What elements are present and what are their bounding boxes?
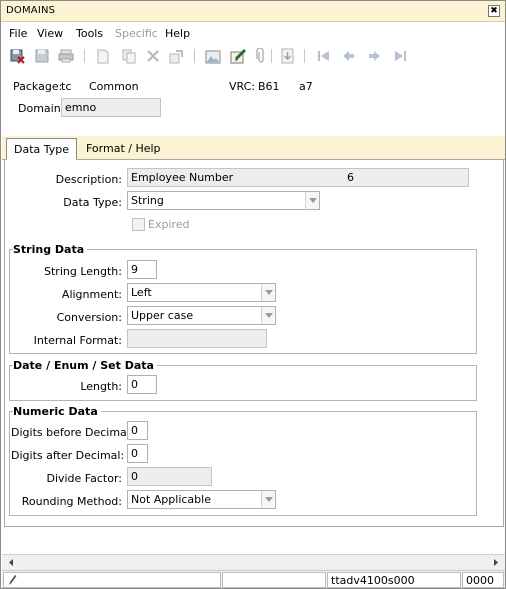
status-bar: ttadv4100s000 0000	[2, 570, 505, 588]
digits-after-field[interactable]: 0	[127, 444, 148, 463]
status-panel-empty	[222, 572, 326, 588]
digits-before-label: Digits before Decimal:	[11, 426, 134, 439]
new-icon[interactable]	[94, 47, 112, 65]
menu-view[interactable]: View	[37, 27, 63, 40]
toolbar-separator	[84, 49, 85, 63]
string-length-field[interactable]: 9	[127, 260, 157, 279]
conversion-label: Conversion:	[56, 311, 122, 324]
tab-data-type[interactable]: Data Type	[6, 138, 78, 160]
data-type-label: Data Type:	[63, 196, 122, 209]
date-length-label: Length:	[80, 380, 122, 393]
close-icon[interactable]: ✖	[488, 5, 500, 17]
date-enum-set-title: Date / Enum / Set Data	[13, 359, 157, 372]
previous-record-icon[interactable]	[339, 47, 357, 65]
attachment-icon[interactable]	[252, 47, 270, 65]
vrc-value: B61	[258, 80, 280, 93]
alignment-label: Alignment:	[61, 288, 122, 301]
divide-factor-label: Divide Factor:	[46, 472, 122, 485]
rounding-method-label: Rounding Method:	[21, 495, 122, 508]
save-icon[interactable]	[33, 47, 51, 65]
toolbar-separator	[271, 49, 272, 63]
horizontal-scrollbar[interactable]	[2, 554, 505, 570]
string-length-label: String Length:	[44, 265, 122, 278]
alignment-value: Left	[131, 286, 152, 299]
scroll-right-icon[interactable]	[489, 556, 503, 569]
export-icon[interactable]	[278, 47, 296, 65]
menu-help[interactable]: Help	[165, 27, 190, 40]
scroll-left-icon[interactable]	[4, 556, 18, 569]
print-icon[interactable]	[57, 47, 75, 65]
description-value: Employee Number	[131, 171, 234, 184]
tab-format-help[interactable]: Format / Help	[79, 138, 168, 160]
menu-specific[interactable]: Specific	[115, 27, 158, 40]
description-label: Description:	[55, 173, 122, 186]
domain-label: Domain:	[18, 102, 65, 115]
toolbar-separator	[304, 49, 305, 63]
chevron-down-icon[interactable]	[261, 307, 275, 324]
chevron-down-icon[interactable]	[261, 491, 275, 508]
date-length-field[interactable]: 0	[127, 375, 157, 394]
first-record-icon[interactable]	[314, 47, 332, 65]
text-edit-icon[interactable]	[229, 47, 247, 65]
data-type-select[interactable]: String	[127, 191, 320, 210]
description-suffix: 6	[347, 171, 354, 184]
image-icon[interactable]	[204, 47, 222, 65]
status-session: ttadv4100s000	[327, 572, 461, 588]
rounding-method-value: Not Applicable	[131, 493, 211, 506]
alignment-select[interactable]: Left	[127, 283, 276, 302]
internal-format-field[interactable]	[127, 329, 267, 348]
menu-file[interactable]: File	[9, 27, 27, 40]
window-title: DOMAINS	[6, 5, 56, 16]
internal-format-label: Internal Format:	[33, 334, 122, 347]
vrc-label: VRC:	[229, 80, 256, 93]
chevron-down-icon[interactable]	[261, 284, 275, 301]
domain-field[interactable]: emno	[61, 98, 161, 117]
string-data-title: String Data	[13, 243, 88, 256]
menu-tools[interactable]: Tools	[76, 27, 103, 40]
status-panel-edit	[3, 572, 221, 588]
chevron-down-icon[interactable]	[305, 192, 319, 209]
title-bar: DOMAINS ✖	[1, 1, 505, 22]
delete-icon[interactable]	[144, 47, 162, 65]
conversion-select[interactable]: Upper case	[127, 306, 276, 325]
pencil-icon	[9, 575, 17, 585]
toolbar	[1, 44, 505, 68]
vrc-version: a7	[299, 80, 313, 93]
digits-before-field[interactable]: 0	[127, 421, 148, 440]
expired-checkbox[interactable]	[132, 218, 145, 231]
package-label: Package:	[13, 80, 63, 93]
package-name: Common	[89, 80, 139, 93]
refresh-icon[interactable]	[167, 47, 185, 65]
package-code: tc	[61, 80, 72, 93]
expired-label: Expired	[148, 218, 190, 231]
conversion-value: Upper case	[131, 309, 194, 322]
numeric-data-title: Numeric Data	[13, 405, 101, 418]
rounding-method-select[interactable]: Not Applicable	[127, 490, 276, 509]
description-field[interactable]: Employee Number 6	[127, 168, 469, 187]
toolbar-separator	[194, 49, 195, 63]
save-close-icon[interactable]	[8, 47, 26, 65]
tab-strip: Data Type Format / Help	[2, 136, 505, 160]
digits-after-label: Digits after Decimal:	[11, 449, 125, 462]
divide-factor-field[interactable]: 0	[127, 467, 212, 486]
status-code: 0000	[462, 572, 504, 588]
copy-icon[interactable]	[120, 47, 138, 65]
last-record-icon[interactable]	[391, 47, 409, 65]
domains-window: DOMAINS ✖ File View Tools Specific Help	[0, 0, 506, 589]
data-type-value: String	[131, 194, 164, 207]
next-record-icon[interactable]	[365, 47, 383, 65]
